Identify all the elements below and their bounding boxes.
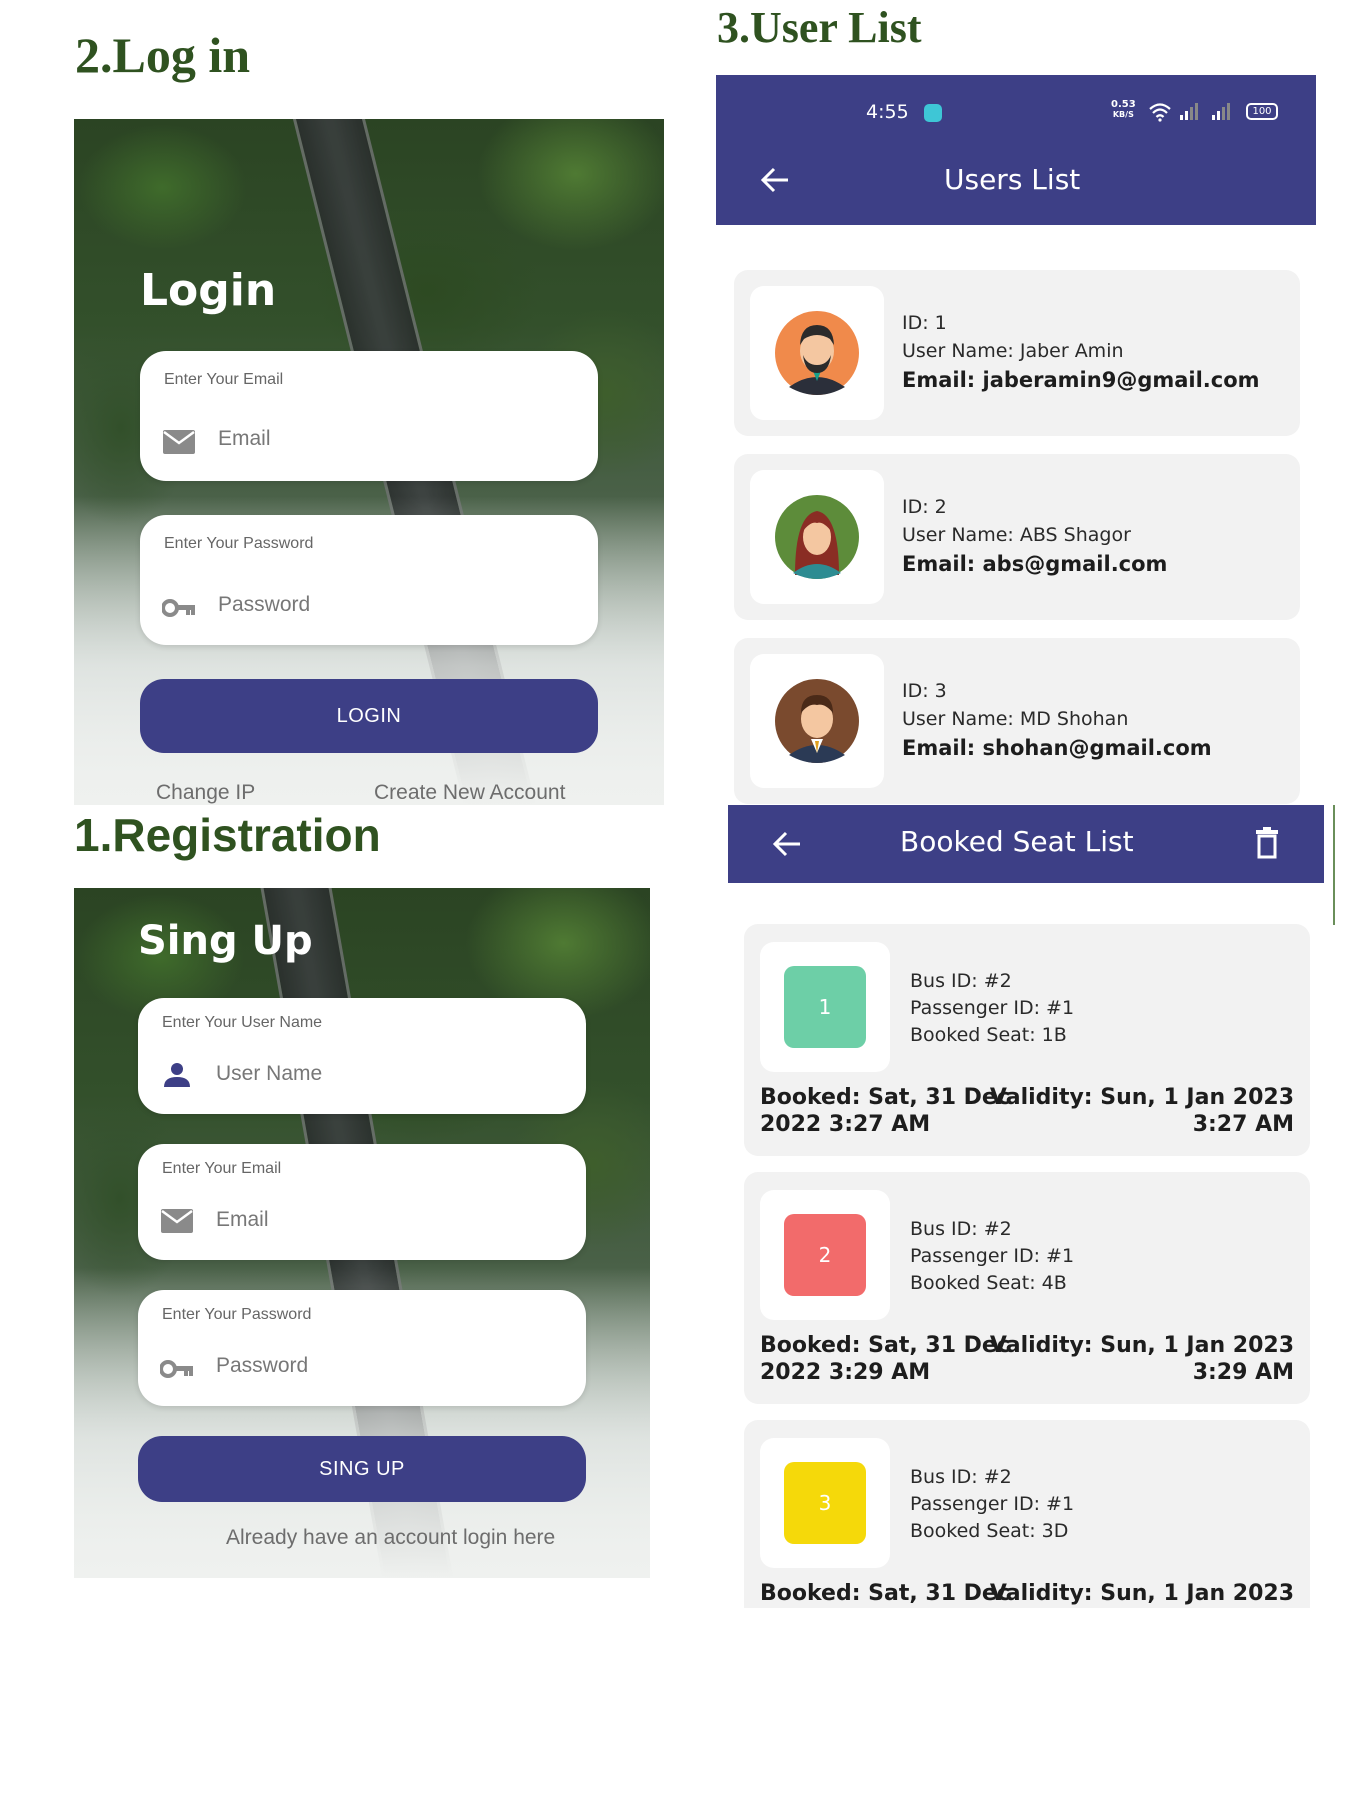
user-id: ID: 2	[902, 496, 947, 518]
email-field[interactable]: Enter Your Email Email	[140, 351, 598, 481]
email-input[interactable]: Email	[218, 427, 271, 451]
password-field-label: Enter Your Password	[164, 535, 314, 552]
seat-number-badge: 3	[784, 1462, 866, 1544]
password-input[interactable]: Password	[218, 593, 310, 617]
booking-card[interactable]: 1 Bus ID: #2 Passenger ID: #1 Booked Sea…	[744, 924, 1310, 1156]
back-arrow-icon[interactable]	[760, 167, 790, 193]
seat-number-badge: 2	[784, 1214, 866, 1296]
passenger-id: Passenger ID: #1	[910, 997, 1075, 1019]
divider-line	[1333, 805, 1336, 925]
create-account-link[interactable]: Create New Account	[374, 781, 565, 805]
bus-id: Bus ID: #2	[910, 1466, 1012, 1488]
user-card[interactable]: ID: 3 User Name: MD Shohan Email: shohan…	[734, 638, 1300, 804]
back-arrow-icon[interactable]	[772, 831, 802, 857]
password-field[interactable]: Enter Your Password Password	[140, 515, 598, 645]
validity-time: Validity: Sun, 1 Jan 2023 3:29 AM	[989, 1333, 1294, 1385]
booked-app-bar: Booked Seat List	[728, 805, 1324, 883]
signup-password-label: Enter Your Password	[162, 1306, 312, 1323]
bus-id: Bus ID: #2	[910, 1218, 1012, 1240]
battery-icon: 100	[1246, 103, 1278, 120]
user-email: Email: abs@gmail.com	[902, 552, 1168, 576]
username-field[interactable]: Enter Your User Name User Name	[138, 998, 586, 1114]
signup-email-label: Enter Your Email	[162, 1160, 282, 1177]
signup-button[interactable]: SING UP	[138, 1436, 586, 1502]
user-email: Email: jaberamin9@gmail.com	[902, 368, 1260, 392]
user-card[interactable]: ID: 2 User Name: ABS Shagor Email: abs@g…	[734, 454, 1300, 620]
booked-time: Booked: Sat, 31 Dec 2022 3:29 AM	[760, 1333, 1010, 1385]
signup-email-field[interactable]: Enter Your Email Email	[138, 1144, 586, 1260]
booked-seat-list-title: Booked Seat List	[900, 825, 1134, 858]
status-time: 4:55	[866, 101, 909, 123]
male-suit-avatar-icon	[775, 679, 859, 763]
booked-seat: Booked Seat: 3D	[910, 1520, 1069, 1542]
male-beard-avatar-icon	[775, 311, 859, 395]
user-name: User Name: MD Shohan	[902, 708, 1129, 730]
key-icon	[160, 1360, 193, 1378]
female-avatar-icon	[775, 495, 859, 579]
login-section-heading: 2.Log in	[75, 27, 251, 83]
login-here-link[interactable]: Already have an account login here	[226, 1526, 555, 1550]
email-field-label: Enter Your Email	[164, 371, 284, 388]
change-ip-link[interactable]: Change IP	[156, 781, 255, 805]
username-field-label: Enter Your User Name	[162, 1014, 323, 1031]
person-icon	[164, 1063, 190, 1087]
booked-time: Booked: Sat, 31 Dec	[760, 1581, 1010, 1606]
user-card[interactable]: ID: 1 User Name: Jaber Amin Email: jaber…	[734, 270, 1300, 436]
login-screen: Login Enter Your Email Email Enter Your …	[74, 119, 664, 805]
signup-title: Sing Up	[138, 918, 313, 964]
passenger-id: Passenger ID: #1	[910, 1493, 1075, 1515]
validity-time: Validity: Sun, 1 Jan 2023	[989, 1581, 1294, 1606]
signup-password-input[interactable]: Password	[216, 1354, 308, 1378]
wifi-icon	[1149, 103, 1171, 122]
signal-icon	[1180, 103, 1198, 120]
mail-icon	[163, 430, 195, 454]
notification-icon	[924, 104, 942, 122]
booked-time: Booked: Sat, 31 Dec 2022 3:27 AM	[760, 1085, 1010, 1137]
signup-screen: Sing Up Enter Your User Name User Name E…	[74, 888, 650, 1578]
delete-icon[interactable]	[1254, 827, 1280, 859]
users-list-title: Users List	[944, 163, 1081, 196]
mail-icon	[161, 1209, 193, 1233]
booked-seat: Booked Seat: 4B	[910, 1272, 1067, 1294]
user-id: ID: 1	[902, 312, 947, 334]
signup-password-field[interactable]: Enter Your Password Password	[138, 1290, 586, 1406]
user-email: Email: shohan@gmail.com	[902, 736, 1212, 760]
net-speed: 0.53 KB/S	[1111, 99, 1136, 120]
username-input[interactable]: User Name	[216, 1062, 322, 1086]
passenger-id: Passenger ID: #1	[910, 1245, 1075, 1267]
booking-card[interactable]: 3 Bus ID: #2 Passenger ID: #1 Booked Sea…	[744, 1420, 1310, 1608]
key-icon	[162, 599, 195, 617]
booking-card[interactable]: 2 Bus ID: #2 Passenger ID: #1 Booked Sea…	[744, 1172, 1310, 1404]
booked-seat: Booked Seat: 1B	[910, 1024, 1067, 1046]
users-app-bar: 4:55 0.53 KB/S 100 Users List	[716, 75, 1316, 225]
login-button[interactable]: LOGIN	[140, 679, 598, 753]
userlist-section-heading: 3.User List	[717, 3, 922, 52]
seat-number-badge: 1	[784, 966, 866, 1048]
user-id: ID: 3	[902, 680, 947, 702]
registration-section-heading: 1.Registration	[74, 809, 381, 861]
signup-email-input[interactable]: Email	[216, 1208, 269, 1232]
bus-id: Bus ID: #2	[910, 970, 1012, 992]
signal-icon-2	[1212, 103, 1230, 120]
login-title: Login	[140, 265, 277, 316]
booking-card-clip: 3 Bus ID: #2 Passenger ID: #1 Booked Sea…	[744, 1420, 1310, 1608]
user-name: User Name: ABS Shagor	[902, 524, 1131, 546]
validity-time: Validity: Sun, 1 Jan 2023 3:27 AM	[989, 1085, 1294, 1137]
user-name: User Name: Jaber Amin	[902, 340, 1124, 362]
